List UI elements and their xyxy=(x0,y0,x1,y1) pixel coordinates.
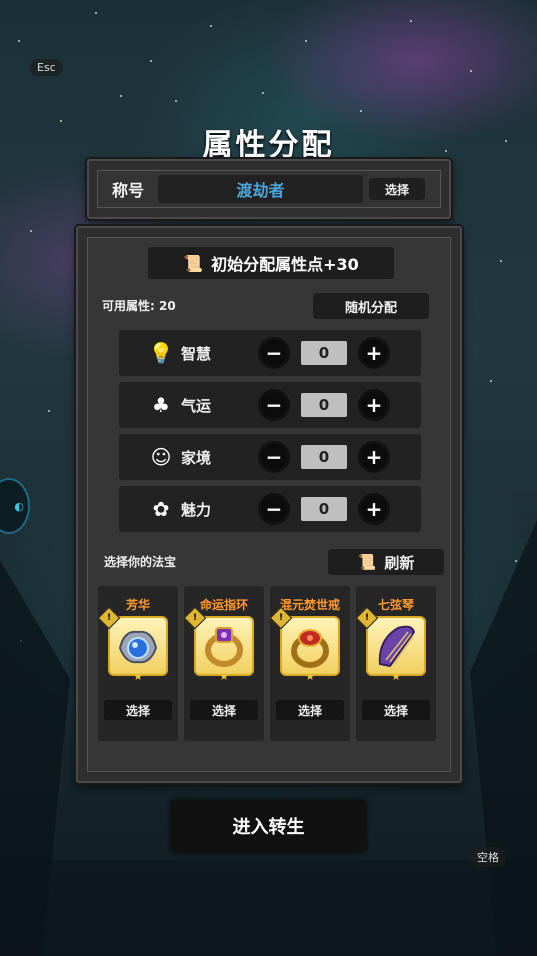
star-icon: ★ xyxy=(305,670,315,683)
initial-points-text: 初始分配属性点+30 xyxy=(211,255,359,274)
treasure-image xyxy=(194,616,254,676)
decrease-button[interactable]: − xyxy=(261,496,287,522)
attribute-panel-inner: 📜 初始分配属性点+30 可用属性: 20 随机分配 💡 智慧 − 0 + ♣ … xyxy=(87,237,451,772)
lightbulb-icon: 💡 xyxy=(148,341,174,365)
select-treasure-button[interactable]: 选择 xyxy=(190,700,258,720)
decrease-button[interactable]: − xyxy=(261,444,287,470)
attribute-row-luck: ♣ 气运 − 0 + xyxy=(119,382,421,428)
treasure-card[interactable]: 混元焚世戒 ! ★ 选择 xyxy=(269,586,350,741)
treasure-image xyxy=(280,616,340,676)
clover-icon: ♣ xyxy=(152,393,170,417)
increase-button[interactable]: + xyxy=(361,496,387,522)
star-icon: ★ xyxy=(133,670,143,683)
decrease-button[interactable]: − xyxy=(261,340,287,366)
star-icon: ★ xyxy=(219,670,229,683)
zither-icon xyxy=(378,625,416,668)
side-logo-icon: ◐ xyxy=(14,499,24,513)
attribute-label: 智慧 xyxy=(181,344,212,363)
attribute-value[interactable]: 0 xyxy=(301,393,347,417)
attribute-label: 家境 xyxy=(181,448,212,467)
treasure-card[interactable]: 命运指环 ! ★ 选择 xyxy=(183,586,264,741)
available-value: 20 xyxy=(159,299,176,313)
increase-button[interactable]: + xyxy=(361,340,387,366)
select-treasure-button[interactable]: 选择 xyxy=(362,700,430,720)
attribute-value[interactable]: 0 xyxy=(301,497,347,521)
attribute-value[interactable]: 0 xyxy=(301,445,347,469)
attribute-row-charm: ✿ 魅力 − 0 + xyxy=(119,486,421,532)
family-icon: ☺ xyxy=(150,445,172,469)
available-points: 可用属性: 20 xyxy=(102,297,176,314)
treasure-card[interactable]: 芳华 ! ★ 选择 xyxy=(97,586,178,741)
treasure-image xyxy=(366,616,426,676)
side-logo-badge[interactable]: ◐ xyxy=(0,478,30,534)
fate-ring-icon xyxy=(205,627,243,667)
title-value: 渡劫者 xyxy=(158,175,363,203)
title-panel: 称号 渡劫者 选择 xyxy=(87,159,451,219)
scroll-icon: 📜 xyxy=(183,253,204,273)
treasure-card[interactable]: 七弦琴 ! ★ 选择 xyxy=(355,586,436,741)
initial-points-banner: 📜 初始分配属性点+30 xyxy=(148,247,394,279)
increase-button[interactable]: + xyxy=(361,444,387,470)
increase-button[interactable]: + xyxy=(361,392,387,418)
ground-shadow xyxy=(0,860,537,956)
attribute-panel: 📜 初始分配属性点+30 可用属性: 20 随机分配 💡 智慧 − 0 + ♣ … xyxy=(76,226,462,783)
available-label: 可用属性: xyxy=(102,299,155,313)
decrease-button[interactable]: − xyxy=(261,392,287,418)
treasure-heading: 选择你的法宝 xyxy=(104,555,177,569)
refresh-treasures-button[interactable]: 📜 刷新 xyxy=(328,549,444,575)
title-label: 称号 xyxy=(111,181,144,200)
attribute-label: 魅力 xyxy=(181,500,212,519)
refresh-label: 刷新 xyxy=(384,553,415,572)
page-title: 属性分配 xyxy=(202,128,335,163)
attribute-row-family: ☺ 家境 − 0 + xyxy=(119,434,421,480)
esc-hotkey-hint[interactable]: Esc xyxy=(30,59,63,76)
select-treasure-button[interactable]: 选择 xyxy=(104,700,172,720)
title-row: 称号 渡劫者 选择 xyxy=(97,170,441,208)
space-hotkey-hint[interactable]: 空格 xyxy=(470,847,506,867)
attribute-label: 气运 xyxy=(181,396,212,415)
select-treasure-button[interactable]: 选择 xyxy=(276,700,344,720)
attribute-value[interactable]: 0 xyxy=(301,341,347,365)
scroll-icon: 📜 xyxy=(357,553,377,571)
random-allocate-button[interactable]: 随机分配 xyxy=(313,293,429,319)
gem-ring-icon xyxy=(118,630,158,664)
enter-reincarnation-button[interactable]: 进入转生 xyxy=(171,800,366,852)
select-title-button[interactable]: 选择 xyxy=(369,178,425,200)
fire-ring-icon xyxy=(291,629,329,668)
treasure-image xyxy=(108,616,168,676)
flower-icon: ✿ xyxy=(152,497,170,521)
attribute-row-wisdom: 💡 智慧 − 0 + xyxy=(119,330,421,376)
star-icon: ★ xyxy=(391,670,401,683)
